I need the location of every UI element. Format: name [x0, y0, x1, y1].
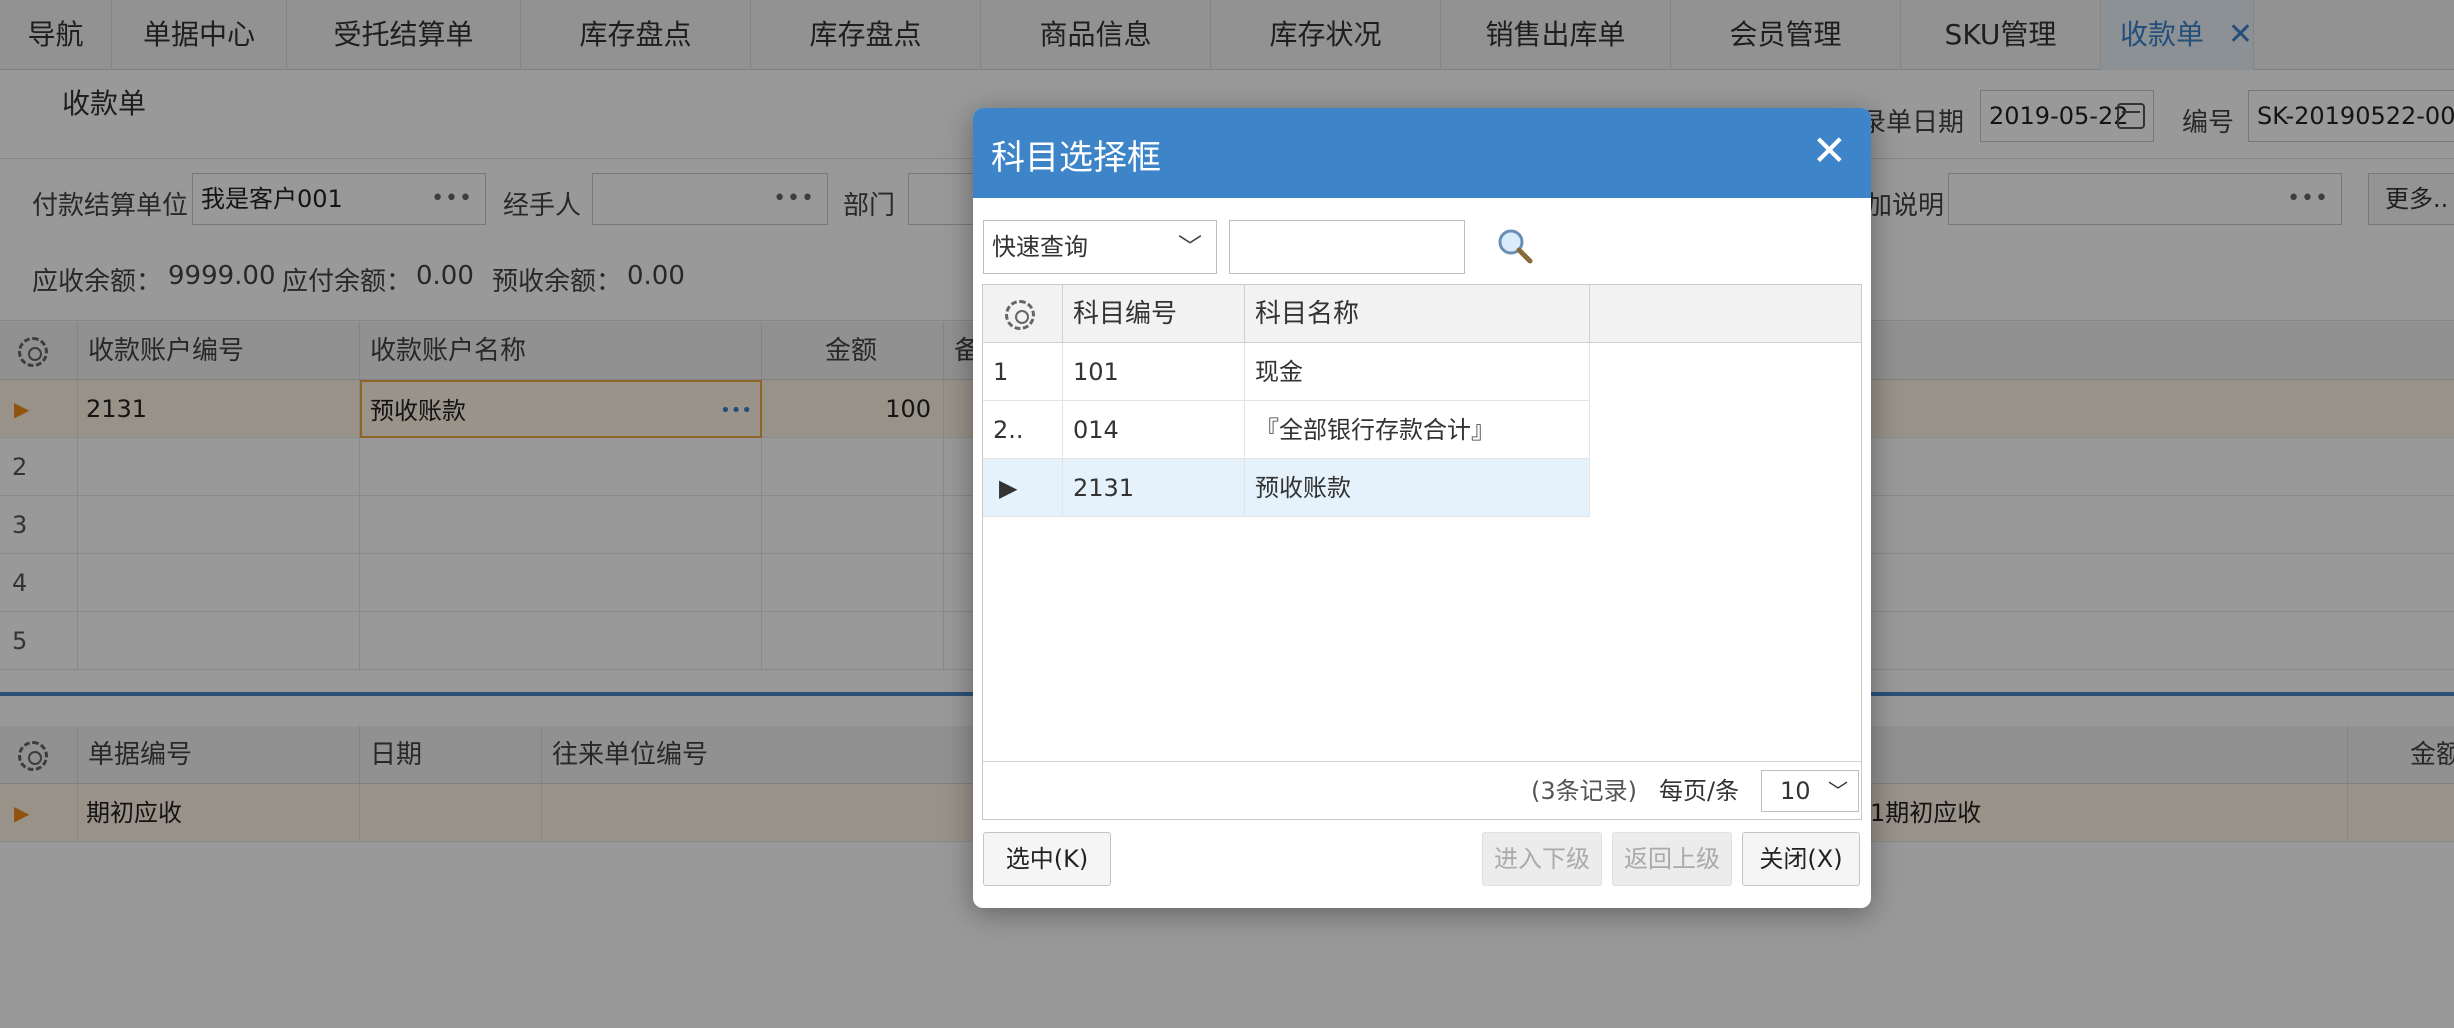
- row-subject-name[interactable]: 现金: [1245, 343, 1590, 401]
- close-icon[interactable]: ✕: [1812, 124, 1847, 178]
- row-subject-code[interactable]: 014: [1063, 401, 1245, 459]
- subject-table: 科目编号 科目名称 1 101 现金 2.. 014 『全部银行存款合计』 ▶ …: [982, 284, 1862, 820]
- query-mode-value: 快速查询: [992, 233, 1088, 261]
- per-page-select[interactable]: 10 ﹀: [1761, 770, 1859, 812]
- search-input[interactable]: [1229, 220, 1465, 274]
- subject-picker-dialog: 科目选择框 ✕ 快速查询 ﹀ 科目编号 科目名称 1 101 现金 2.. 01…: [973, 108, 1871, 908]
- dialog-header[interactable]: 科目选择框 ✕: [973, 108, 1871, 198]
- subject-table-header: 科目编号 科目名称: [983, 285, 1861, 343]
- query-mode-select[interactable]: 快速查询 ﹀: [983, 220, 1217, 274]
- chevron-down-icon: ﹀: [1828, 779, 1848, 803]
- subject-row[interactable]: 2.. 014 『全部银行存款合计』: [983, 401, 1590, 459]
- subject-row[interactable]: 1 101 现金: [983, 343, 1590, 401]
- dialog-title: 科目选择框: [991, 138, 1161, 178]
- row-subject-code[interactable]: 101: [1063, 343, 1245, 401]
- row-subject-name[interactable]: 『全部银行存款合计』: [1245, 401, 1590, 459]
- gear-icon[interactable]: [1005, 299, 1035, 330]
- row-subject-code[interactable]: 2131: [1063, 459, 1245, 517]
- col-subject-code[interactable]: 科目编号: [1063, 285, 1245, 343]
- close-button[interactable]: 关闭(X): [1742, 832, 1860, 886]
- row-number: 1: [983, 343, 1063, 401]
- col-subject-name[interactable]: 科目名称: [1245, 285, 1590, 343]
- row-pointer-icon: ▶: [983, 459, 1063, 517]
- search-icon[interactable]: [1495, 226, 1535, 266]
- enter-child-button[interactable]: 进入下级: [1482, 832, 1602, 886]
- table-settings[interactable]: [983, 285, 1063, 343]
- pager: (3条记录) 每页/条 10 ﹀: [983, 761, 1861, 819]
- record-count: (3条记录): [1531, 777, 1637, 805]
- back-parent-button[interactable]: 返回上级: [1612, 832, 1732, 886]
- chevron-down-icon: ﹀: [1178, 233, 1202, 261]
- subject-row-selected[interactable]: ▶ 2131 预收账款: [983, 459, 1590, 517]
- page: 导航 单据中心 受托结算单 库存盘点 库存盘点 商品信息 库存状况 销售出库单 …: [0, 0, 2454, 1028]
- per-page-label: 每页/条: [1659, 777, 1740, 805]
- select-button[interactable]: 选中(K): [983, 832, 1111, 886]
- row-number: 2..: [983, 401, 1063, 459]
- row-subject-name[interactable]: 预收账款: [1245, 459, 1590, 517]
- per-page-value: 10: [1780, 777, 1811, 805]
